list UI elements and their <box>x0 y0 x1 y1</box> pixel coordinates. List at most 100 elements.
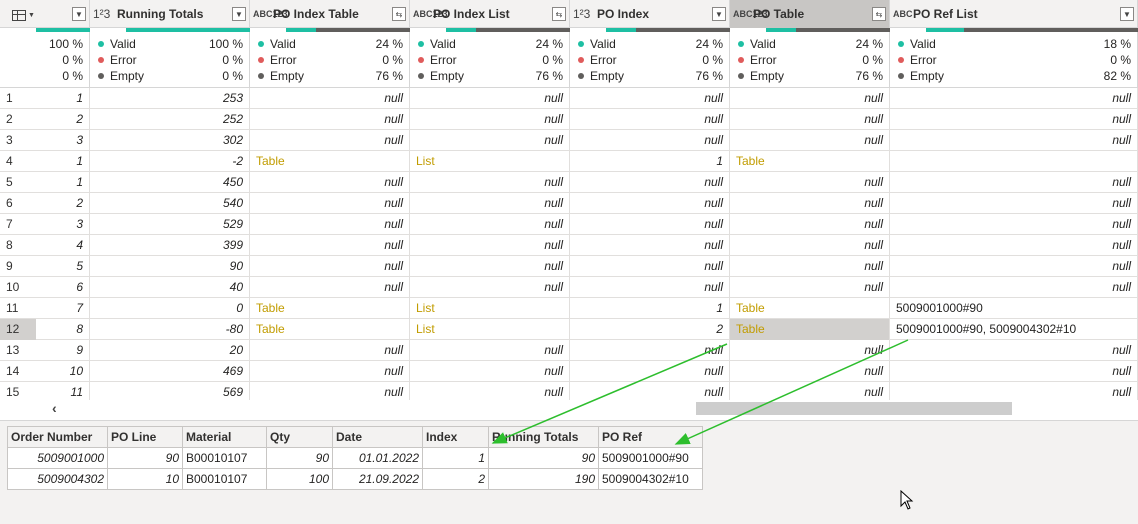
cell[interactable]: 1 <box>570 298 730 319</box>
cell[interactable]: 1 <box>36 151 90 172</box>
cell[interactable]: null <box>730 193 890 214</box>
preview-cell[interactable]: 100 <box>266 468 333 490</box>
row-number[interactable]: 1 <box>0 88 36 109</box>
cell[interactable]: null <box>730 277 890 298</box>
cell[interactable]: null <box>250 277 410 298</box>
table-row[interactable]: 4 1 -2 Table List 1 Table <box>0 151 1138 172</box>
cell[interactable]: null <box>730 88 890 109</box>
table-row[interactable]: 6 2 540 null null null null null <box>0 193 1138 214</box>
cell[interactable]: null <box>890 256 1138 277</box>
cell[interactable]: null <box>570 340 730 361</box>
preview-cell[interactable]: B00010107 <box>182 447 267 469</box>
nested-list-link[interactable]: List <box>410 298 570 319</box>
cell[interactable]: null <box>890 172 1138 193</box>
cell[interactable]: -2 <box>90 151 250 172</box>
preview-cell[interactable]: 10 <box>107 468 183 490</box>
row-number[interactable]: 13 <box>0 340 36 361</box>
cell[interactable]: 5009001000#90, 5009004302#10 <box>890 319 1138 340</box>
cell[interactable]: null <box>570 130 730 151</box>
cell[interactable]: null <box>570 235 730 256</box>
cell[interactable]: null <box>890 109 1138 130</box>
cell[interactable]: null <box>410 340 570 361</box>
preview-row[interactable]: 5009001000 90 B00010107 90 01.01.2022 1 90 5009… <box>7 447 703 469</box>
scroll-left-icon[interactable]: ‹ <box>52 400 57 416</box>
nested-table-link[interactable]: Table <box>730 298 890 319</box>
cell[interactable]: null <box>570 109 730 130</box>
row-number[interactable]: 12 <box>0 319 36 340</box>
column-header-po-index-table[interactable]: ABC123 PO Index Table ⇆ <box>250 0 410 28</box>
cell[interactable]: null <box>570 172 730 193</box>
column-header-running-totals[interactable]: 1²3 Running Totals ▼ <box>90 0 250 28</box>
cell[interactable]: 1 <box>570 151 730 172</box>
column-header-po-table[interactable]: ABC123 PO Table ⇆ <box>730 0 890 28</box>
cell[interactable]: null <box>730 172 890 193</box>
nested-table-link[interactable]: Table <box>730 319 890 340</box>
preview-cell[interactable]: 5009001000#90 <box>598 447 703 469</box>
cell[interactable]: 1 <box>36 172 90 193</box>
horizontal-scrollbar[interactable]: ‹ <box>0 400 1138 420</box>
cell[interactable]: null <box>570 214 730 235</box>
cell[interactable]: null <box>570 88 730 109</box>
cell[interactable]: null <box>730 361 890 382</box>
cell[interactable]: 7 <box>36 298 90 319</box>
filter-dropdown-icon[interactable]: ▼ <box>72 7 86 21</box>
cell[interactable]: 90 <box>90 256 250 277</box>
type-icon[interactable]: ABC123 <box>733 10 768 19</box>
preview-cell[interactable]: 5009001000 <box>7 447 108 469</box>
cell[interactable]: null <box>410 361 570 382</box>
expand-column-icon[interactable]: ⇆ <box>552 7 566 21</box>
table-row[interactable]: 1 1 253 null null null null null <box>0 88 1138 109</box>
type-icon[interactable]: ABC <box>893 10 913 19</box>
filter-dropdown-icon[interactable]: ▼ <box>1120 7 1134 21</box>
type-icon[interactable]: ABC123 <box>253 10 288 19</box>
cell[interactable]: 5009001000#90 <box>890 298 1138 319</box>
cell[interactable]: null <box>890 340 1138 361</box>
nested-list-link[interactable]: List <box>410 151 570 172</box>
row-number[interactable]: 7 <box>0 214 36 235</box>
table-row[interactable]: 7 3 529 null null null null null <box>0 214 1138 235</box>
cell[interactable]: 540 <box>90 193 250 214</box>
table-row[interactable]: 13 9 20 null null null null null <box>0 340 1138 361</box>
expand-column-icon[interactable]: ⇆ <box>872 7 886 21</box>
cell[interactable]: 450 <box>90 172 250 193</box>
nested-list-link[interactable]: List <box>410 319 570 340</box>
cell[interactable]: null <box>250 88 410 109</box>
cell[interactable]: null <box>890 361 1138 382</box>
cell[interactable]: null <box>890 193 1138 214</box>
cell[interactable]: null <box>410 88 570 109</box>
cell[interactable]: 2 <box>570 319 730 340</box>
cell[interactable]: null <box>250 130 410 151</box>
expand-column-icon[interactable]: ⇆ <box>392 7 406 21</box>
nested-table-link[interactable]: Table <box>250 151 410 172</box>
cell[interactable]: 9 <box>36 340 90 361</box>
cell[interactable]: null <box>890 235 1138 256</box>
row-number[interactable]: 9 <box>0 256 36 277</box>
cell[interactable] <box>890 151 1138 172</box>
cell[interactable]: null <box>890 214 1138 235</box>
cell[interactable]: 5 <box>36 256 90 277</box>
cell[interactable]: 10 <box>36 361 90 382</box>
table-row[interactable]: 8 4 399 null null null null null <box>0 235 1138 256</box>
cell[interactable]: 253 <box>90 88 250 109</box>
cell[interactable]: 8 <box>36 319 90 340</box>
cell[interactable]: null <box>410 193 570 214</box>
type-icon[interactable]: ABC123 <box>413 10 448 19</box>
cell[interactable]: 252 <box>90 109 250 130</box>
cell[interactable]: null <box>890 277 1138 298</box>
preview-cell[interactable]: 90 <box>488 447 599 469</box>
cell[interactable]: null <box>730 214 890 235</box>
table-row[interactable]: 5 1 450 null null null null null <box>0 172 1138 193</box>
cell[interactable]: 40 <box>90 277 250 298</box>
cell[interactable]: 302 <box>90 130 250 151</box>
cell[interactable]: 529 <box>90 214 250 235</box>
column-header-po-index-list[interactable]: ABC123 PO Index List ⇆ <box>410 0 570 28</box>
cell[interactable]: 469 <box>90 361 250 382</box>
cell[interactable]: null <box>250 214 410 235</box>
cell[interactable]: null <box>250 340 410 361</box>
cell[interactable]: 2 <box>36 109 90 130</box>
nested-table-link[interactable]: Table <box>250 298 410 319</box>
cell[interactable]: null <box>890 130 1138 151</box>
preview-cell[interactable]: 01.01.2022 <box>332 447 423 469</box>
preview-cell[interactable]: 190 <box>488 468 599 490</box>
table-row[interactable]: 11 7 0 Table List 1 Table 5009001000#90 <box>0 298 1138 319</box>
